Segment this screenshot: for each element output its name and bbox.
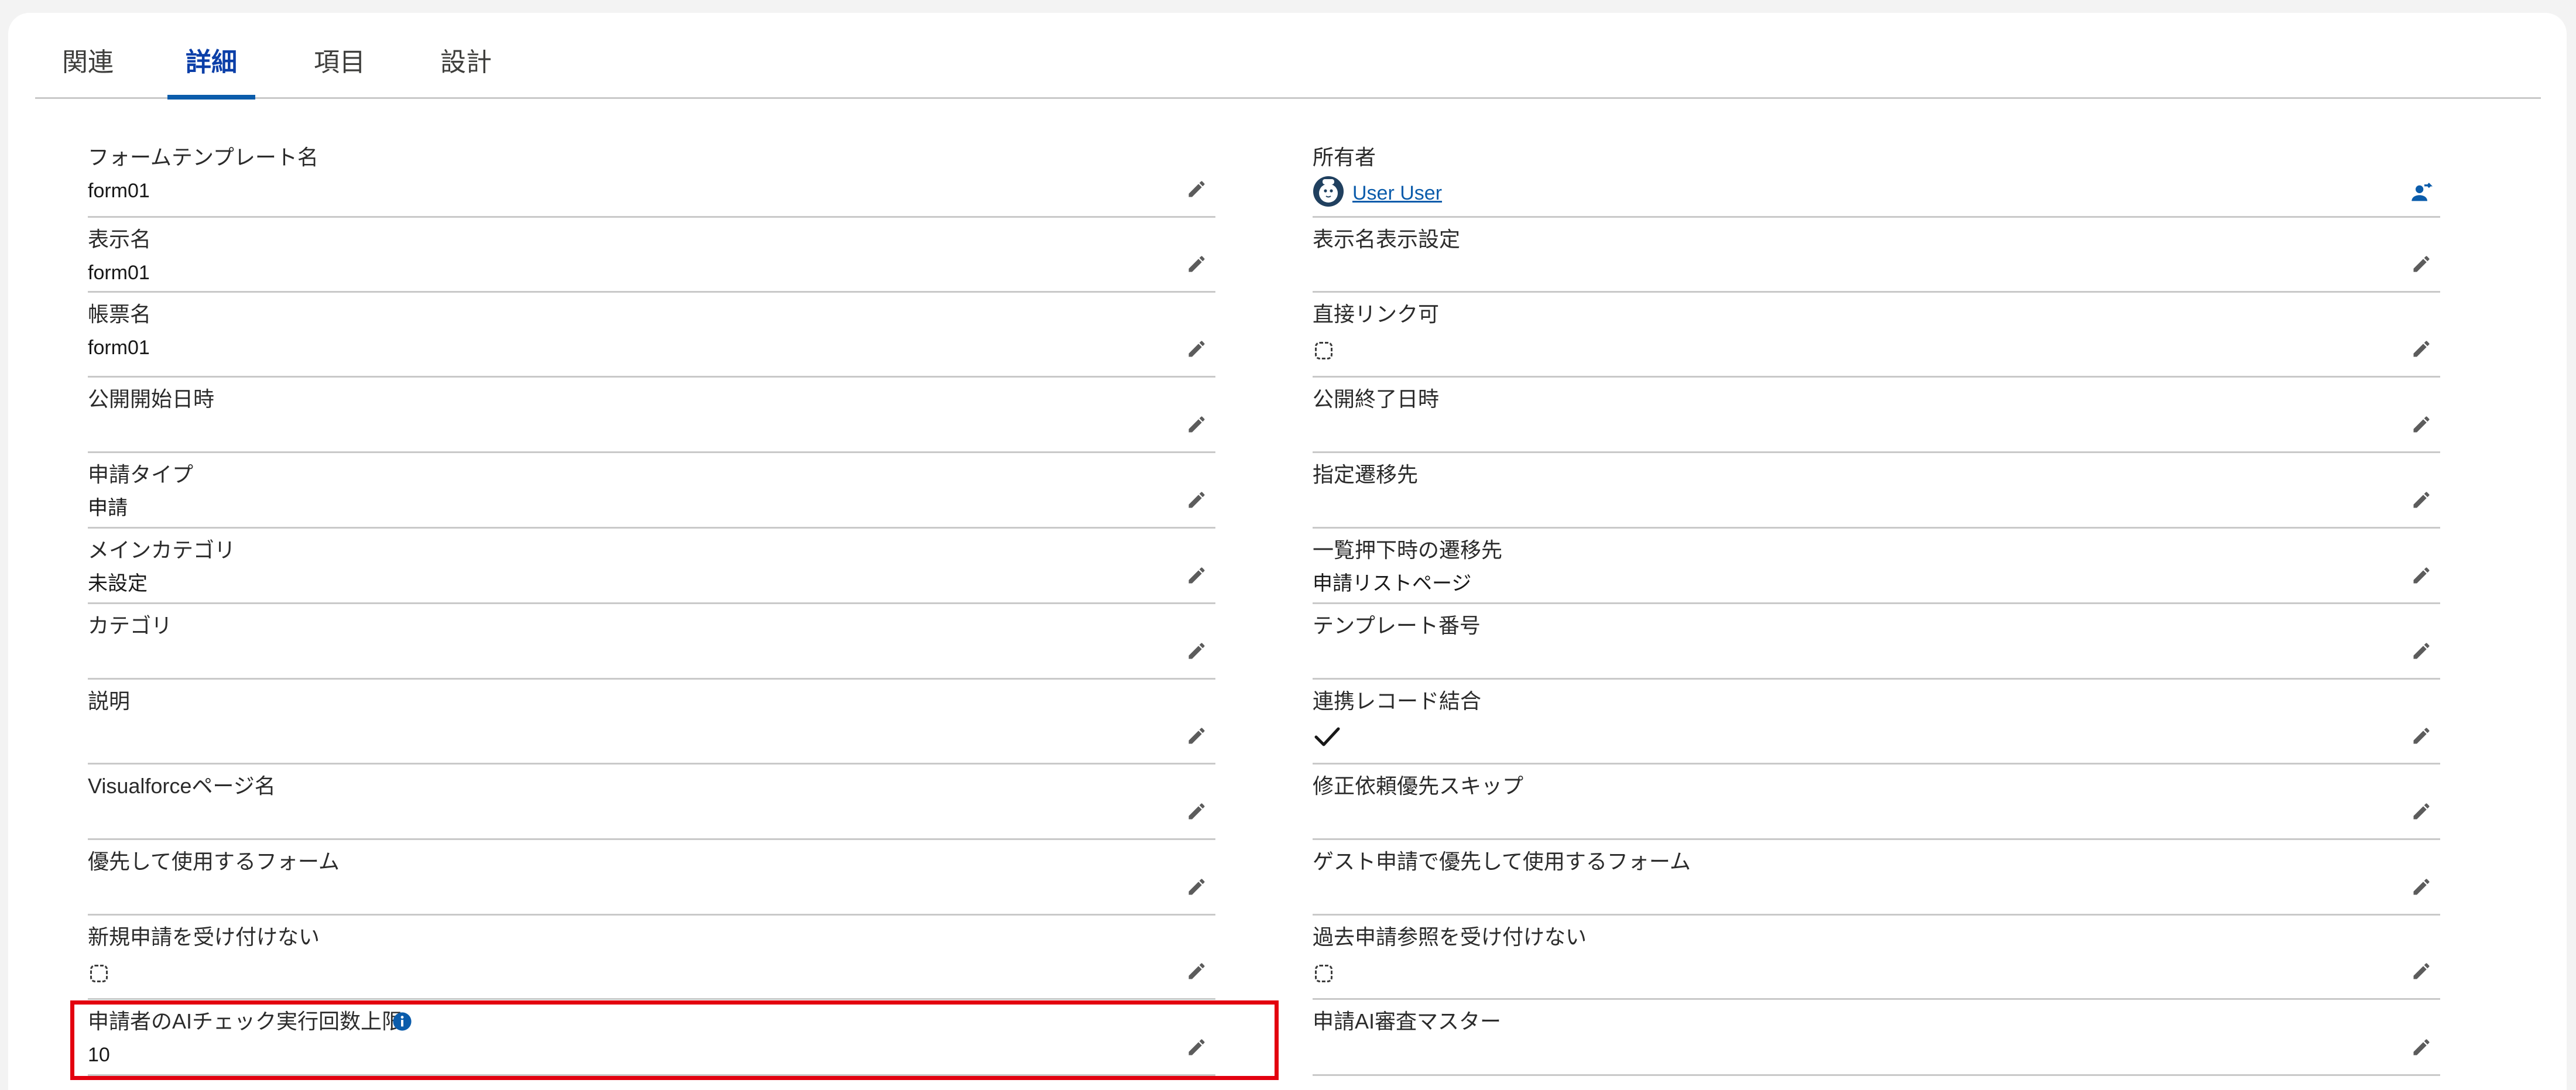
tab-fields[interactable]: 項目 (313, 48, 366, 97)
left-field-3: 帳票名 form01 (88, 296, 1215, 378)
field-value: form01 (88, 180, 150, 202)
field-label: 連携レコード結合 (1313, 689, 1482, 713)
edit-pencil-icon[interactable] (1186, 565, 1207, 586)
edit-pencil-icon[interactable] (1186, 253, 1207, 275)
field-label: 説明 (88, 689, 131, 713)
field-label: 帳票名 (88, 302, 152, 326)
checkbox-unchecked-icon (1315, 965, 1332, 982)
field-value: 未設定 (88, 573, 148, 595)
tab-details[interactable]: 詳細 (167, 48, 255, 100)
right-field-8: 連携レコード結合 (1313, 683, 2440, 765)
left-field-4: 公開開始日時 (88, 381, 1215, 453)
right-field-3: 直接リンク可 (1313, 296, 2440, 378)
field-label: 新規申請を受け付けない (88, 925, 320, 949)
right-field-1: 所有者 User User (1313, 139, 2440, 218)
edit-pencil-icon[interactable] (1186, 725, 1207, 746)
field-value: 申請リストページ (1313, 573, 1472, 595)
field-value: 申請 (88, 497, 128, 519)
right-field-9: 修正依頼優先スキップ (1313, 768, 2440, 840)
edit-pencil-icon[interactable] (1186, 414, 1207, 435)
edit-pencil-icon[interactable] (1186, 338, 1207, 359)
edit-pencil-icon[interactable] (2411, 876, 2432, 897)
field-label: 公開終了日時 (1313, 387, 1440, 411)
field-label: 申請タイプ (88, 462, 194, 486)
field-label: 所有者 (1313, 145, 1376, 169)
tab-related[interactable]: 関連 (61, 48, 115, 97)
field-label: 修正依頼優先スキップ (1313, 774, 1524, 798)
info-icon[interactable] (392, 1012, 412, 1031)
left-field-12: 申請者のAIチェック実行回数上限 10 (88, 1003, 1215, 1076)
edit-pencil-icon[interactable] (2411, 565, 2432, 586)
left-field-2: 表示名 form01 (88, 221, 1215, 293)
checkbox-unchecked-icon (1315, 342, 1332, 359)
right-field-7: テンプレート番号 (1313, 608, 2440, 680)
field-value: 10 (88, 1044, 110, 1066)
edit-pencil-icon[interactable] (1186, 1037, 1207, 1058)
edit-pencil-icon[interactable] (1186, 801, 1207, 822)
field-label: 申請AI審査マスター (1313, 1009, 1502, 1033)
field-label: 表示名表示設定 (1313, 227, 1461, 251)
field-label: 直接リンク可 (1313, 302, 1440, 326)
tab-design[interactable]: 設計 (439, 48, 493, 97)
left-field-10: 優先して使用するフォーム (88, 844, 1215, 916)
field-label: 申請者のAIチェック実行回数上限 (88, 1009, 403, 1033)
field-label: フォームテンプレート名 (88, 145, 318, 169)
left-field-6: メインカテゴリ 未設定 (88, 532, 1215, 604)
change-owner-icon[interactable] (2410, 181, 2433, 205)
field-label: テンプレート番号 (1313, 613, 1481, 637)
checkbox-unchecked-icon (90, 965, 108, 982)
owner-link[interactable]: User User (1352, 181, 1442, 205)
right-field-4: 公開終了日時 (1313, 381, 2440, 453)
right-field-10: ゲスト申請で優先して使用するフォーム (1313, 844, 2440, 916)
left-field-1: フォームテンプレート名 form01 (88, 139, 1215, 218)
edit-pencil-icon[interactable] (1186, 640, 1207, 661)
edit-pencil-icon[interactable] (2411, 1037, 2432, 1058)
field-label: 公開開始日時 (88, 387, 215, 411)
tab-bar: 関連 詳細 項目 設計 (35, 13, 2541, 100)
user-avatar-icon (1313, 176, 1344, 207)
edit-pencil-icon[interactable] (1186, 876, 1207, 897)
edit-pencil-icon[interactable] (2411, 725, 2432, 746)
edit-pencil-icon[interactable] (1186, 489, 1207, 510)
edit-pencil-icon[interactable] (2411, 414, 2432, 435)
field-label: 過去申請参照を受け付けない (1313, 925, 1587, 949)
edit-pencil-icon[interactable] (1186, 179, 1207, 200)
right-field-12: 申請AI審査マスター (1313, 1003, 2440, 1076)
edit-pencil-icon[interactable] (2411, 640, 2432, 661)
right-field-11: 過去申請参照を受け付けない (1313, 919, 2440, 1000)
field-label: Visualforceページ名 (88, 774, 276, 798)
edit-pencil-icon[interactable] (2411, 253, 2432, 275)
right-field-6: 一覧押下時の遷移先 申請リストページ (1313, 532, 2440, 604)
left-field-8: 説明 (88, 683, 1215, 765)
field-label: メインカテゴリ (88, 538, 236, 562)
checkmark-icon (1314, 725, 1341, 749)
left-field-9: Visualforceページ名 (88, 768, 1215, 840)
edit-pencil-icon[interactable] (2411, 801, 2432, 822)
right-field-2: 表示名表示設定 (1313, 221, 2440, 293)
edit-pencil-icon[interactable] (1186, 961, 1207, 982)
field-label: 表示名 (88, 227, 152, 251)
edit-pencil-icon[interactable] (2411, 961, 2432, 982)
left-field-5: 申請タイプ 申請 (88, 457, 1215, 529)
field-value: form01 (88, 262, 150, 284)
field-label: 優先して使用するフォーム (88, 849, 340, 873)
left-field-7: カテゴリ (88, 608, 1215, 680)
field-label: 一覧押下時の遷移先 (1313, 538, 1503, 562)
field-value: form01 (88, 337, 150, 359)
right-field-5: 指定遷移先 (1313, 457, 2440, 529)
edit-pencil-icon[interactable] (2411, 489, 2432, 510)
left-field-11: 新規申請を受け付けない (88, 919, 1215, 1000)
field-label: カテゴリ (88, 613, 173, 637)
edit-pencil-icon[interactable] (2411, 338, 2432, 359)
field-label: ゲスト申請で優先して使用するフォーム (1313, 849, 1691, 873)
field-label: 指定遷移先 (1313, 462, 1419, 486)
